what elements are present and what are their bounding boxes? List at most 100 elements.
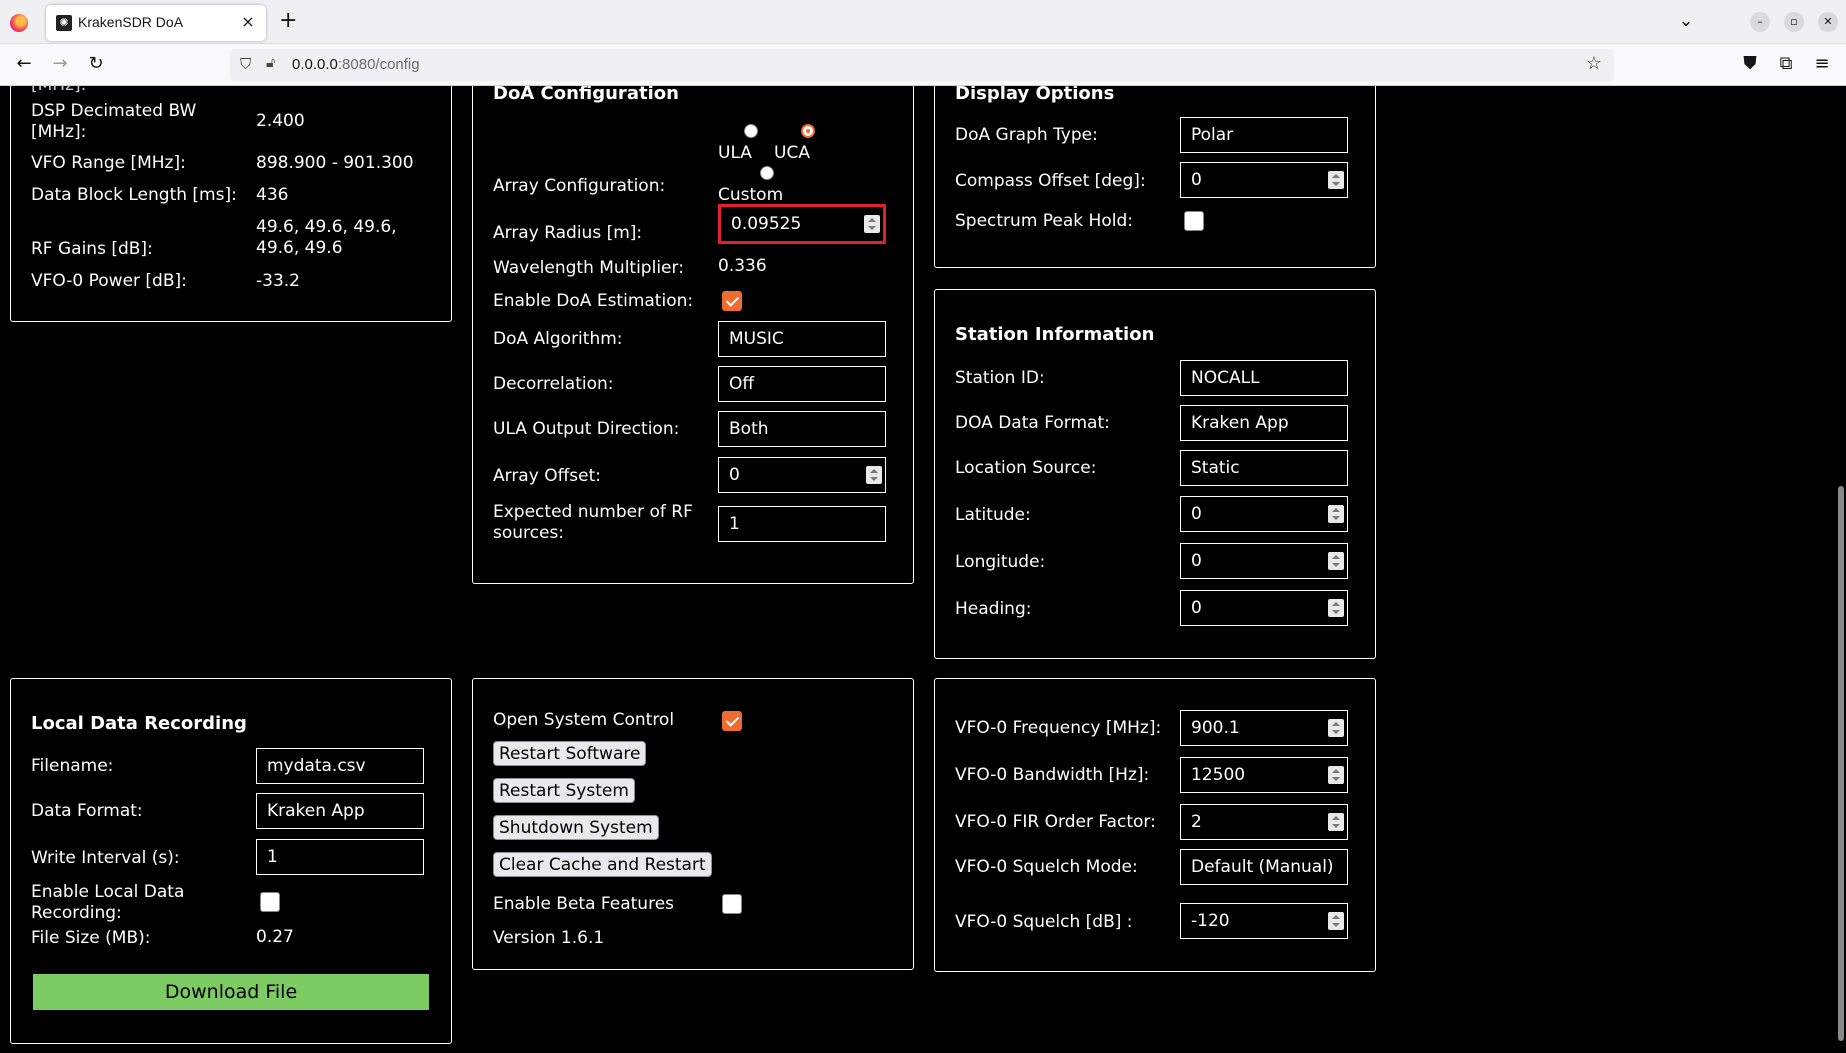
write-interval-input[interactable]: 1 <box>256 839 424 875</box>
firefox-logo-icon <box>10 14 28 32</box>
doa-graph-type-value: Polar <box>1191 125 1234 145</box>
version-text: Version 1.6.1 <box>493 928 605 948</box>
array-radio-ula[interactable] <box>744 124 758 138</box>
latitude-input[interactable]: 0 <box>1180 496 1348 532</box>
open-system-control-checkbox[interactable] <box>722 711 742 731</box>
vfo-squelch-mode-select[interactable]: Default (Manual) <box>1180 849 1348 885</box>
browser-tab-krakensdr[interactable]: ✺ KrakenSDR DoA × <box>46 5 266 41</box>
filename-input[interactable]: mydata.csv <box>256 748 424 784</box>
minimize-window-icon[interactable]: – <box>1750 12 1770 32</box>
array-radio-uca[interactable] <box>801 124 815 138</box>
heading-value: 0 <box>1191 598 1202 618</box>
shutdown-system-button[interactable]: Shutdown System <box>493 815 659 840</box>
vfo-frequency-label: VFO-0 Frequency [MHz]: <box>955 718 1162 738</box>
location-source-value: Static <box>1191 458 1240 478</box>
rf-gains-value: 49.6, 49.6, 49.6, 49.6, 49.6 <box>256 217 397 258</box>
page-scrollbar-thumb[interactable] <box>1838 486 1844 1041</box>
recording-data-format-label: Data Format: <box>31 801 143 821</box>
enable-beta-features-checkbox[interactable] <box>722 894 742 914</box>
vfo-frequency-input[interactable]: 900.1 <box>1180 710 1348 746</box>
heading-spinner[interactable] <box>1328 599 1344 617</box>
array-offset-input[interactable]: 0 <box>718 457 886 493</box>
station-information-panel: Station Information Station ID: NOCALL D… <box>934 289 1376 659</box>
dsp-bw-label: DSP Decimated BW [MHz]: <box>31 101 197 142</box>
connection-lock-icon[interactable]: 🔓︎ <box>266 55 275 71</box>
restart-software-button[interactable]: Restart Software <box>493 741 647 766</box>
display-options-title: Display Options <box>955 86 1115 104</box>
list-all-tabs-chevron-icon[interactable]: ⌄ <box>1674 10 1698 31</box>
array-radius-input[interactable]: 0.09525 <box>718 204 886 244</box>
compass-offset-spinner[interactable] <box>1328 171 1344 189</box>
longitude-value: 0 <box>1191 551 1202 571</box>
tab-title: KrakenSDR DoA <box>78 14 184 30</box>
array-offset-spinner[interactable] <box>866 466 882 484</box>
location-source-select[interactable]: Static <box>1180 450 1348 486</box>
station-id-input[interactable]: NOCALL <box>1180 360 1348 396</box>
vfo-fir-order-spinner[interactable] <box>1328 813 1344 831</box>
close-window-icon[interactable]: ✕ <box>1818 12 1838 32</box>
compass-offset-input[interactable]: 0 <box>1180 162 1348 198</box>
data-block-length-label: Data Block Length [ms]: <box>31 185 237 205</box>
spectrum-peak-hold-checkbox[interactable] <box>1184 211 1204 231</box>
url-bar[interactable]: ⛉ 🔓︎ 0.0.0.0:8080/config ☆ <box>230 49 1614 81</box>
array-radio-custom[interactable] <box>760 166 774 180</box>
new-tab-button[interactable]: + <box>279 9 297 33</box>
array-option-custom-label: Custom <box>718 185 784 205</box>
wavelength-multiplier-value: 0.336 <box>718 256 767 276</box>
bookmark-star-icon[interactable]: ☆ <box>1586 53 1602 74</box>
vfo-frequency-spinner[interactable] <box>1328 719 1344 737</box>
restart-system-button[interactable]: Restart System <box>493 778 635 803</box>
clear-cache-restart-button[interactable]: Clear Cache and Restart <box>493 852 712 877</box>
config-page: [MHz]: DSP Decimated BW [MHz]: 2.400 VFO… <box>0 86 1846 1053</box>
tab-close-icon[interactable]: × <box>238 12 258 31</box>
doa-data-format-select[interactable]: Kraken App <box>1180 405 1348 441</box>
reload-icon[interactable]: ↻ <box>84 53 108 74</box>
dsp-bw-value: 2.400 <box>256 111 305 131</box>
file-size-label: File Size (MB): <box>31 928 151 948</box>
tracking-shield-icon[interactable]: ⛉ <box>240 55 251 73</box>
longitude-spinner[interactable] <box>1328 552 1344 570</box>
ula-output-direction-select[interactable]: Both <box>718 411 886 447</box>
doa-algorithm-select[interactable]: MUSIC <box>718 321 886 357</box>
restore-window-icon[interactable]: ▫ <box>1784 12 1804 32</box>
decorrelation-select[interactable]: Off <box>718 366 886 402</box>
browser-tab-bar: ✺ KrakenSDR DoA × + ⌄ – ▫ ✕ <box>0 0 1846 44</box>
back-arrow-icon[interactable]: ← <box>12 53 36 74</box>
array-radius-spinner[interactable] <box>864 215 880 233</box>
vfo-squelch-input[interactable]: -120 <box>1180 903 1348 939</box>
recording-data-format-select[interactable]: Kraken App <box>256 793 424 829</box>
doa-data-format-value: Kraken App <box>1191 413 1289 433</box>
decorrelation-label: Decorrelation: <box>493 374 614 394</box>
array-option-uca-label: UCA <box>774 143 810 163</box>
expected-sources-input[interactable]: 1 <box>718 506 886 542</box>
vfo-bandwidth-input[interactable]: 12500 <box>1180 757 1348 793</box>
latitude-spinner[interactable] <box>1328 505 1344 523</box>
doa-graph-type-select[interactable]: Polar <box>1180 117 1348 153</box>
download-file-button[interactable]: Download File <box>33 974 429 1010</box>
array-offset-label: Array Offset: <box>493 466 601 486</box>
enable-recording-checkbox[interactable] <box>260 892 280 912</box>
menu-hamburger-icon[interactable]: ≡ <box>1810 53 1834 74</box>
pocket-icon[interactable]: ⛊ <box>1738 53 1762 74</box>
compass-offset-label: Compass Offset [deg]: <box>955 171 1146 191</box>
url-text[interactable]: 0.0.0.0:8080/config <box>292 56 420 73</box>
array-option-ula-label: ULA <box>718 143 752 163</box>
enable-doa-checkbox[interactable] <box>722 291 742 311</box>
doa-algorithm-label: DoA Algorithm: <box>493 329 623 349</box>
vfo-squelch-spinner[interactable] <box>1328 912 1344 930</box>
wavelength-multiplier-label: Wavelength Multiplier: <box>493 258 684 278</box>
forward-arrow-icon[interactable]: → <box>48 53 72 74</box>
rf-gains-label: RF Gains [dB]: <box>31 239 153 259</box>
filename-value: mydata.csv <box>267 756 366 776</box>
vfo-bandwidth-spinner[interactable] <box>1328 766 1344 784</box>
data-block-length-value: 436 <box>256 185 289 205</box>
vfo-squelch-mode-label: VFO-0 Squelch Mode: <box>955 857 1138 877</box>
extensions-icon[interactable]: ⧉ <box>1774 53 1798 74</box>
clipped-label-fragment: [MHz]: <box>31 86 86 96</box>
vfo-fir-order-input[interactable]: 2 <box>1180 804 1348 840</box>
heading-input[interactable]: 0 <box>1180 590 1348 626</box>
longitude-input[interactable]: 0 <box>1180 543 1348 579</box>
vfo-frequency-value: 900.1 <box>1191 718 1240 738</box>
vfo-range-value: 898.900 - 901.300 <box>256 153 414 173</box>
expected-sources-value: 1 <box>729 514 740 534</box>
